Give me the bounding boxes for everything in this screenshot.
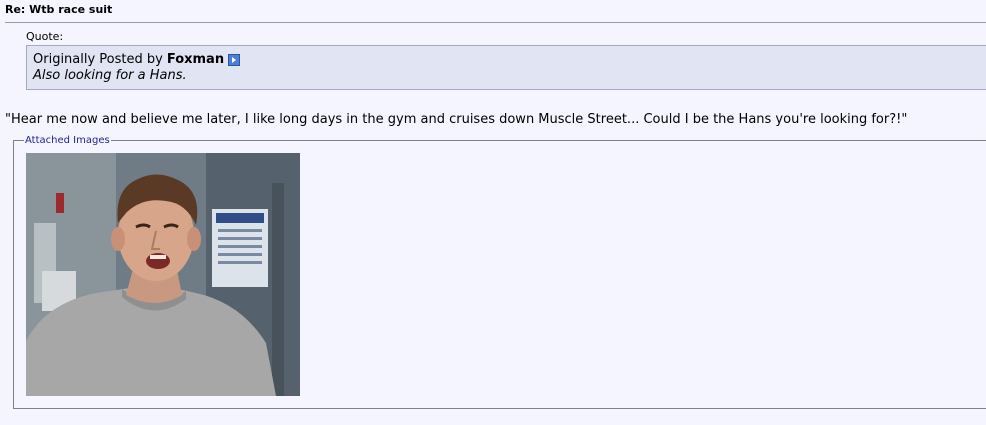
quote-prefix: Originally Posted by (33, 52, 163, 67)
forum-post: Re: Wtb race suit Quote: Originally Post… (0, 0, 986, 425)
attached-image-thumbnail[interactable] (26, 153, 300, 396)
post-message: "Hear me now and believe me later, I lik… (5, 112, 908, 127)
post-title: Re: Wtb race suit (5, 3, 113, 16)
quote-text: Also looking for a Hans. (33, 68, 187, 83)
title-divider (5, 22, 986, 23)
attached-images-legend: Attached Images (24, 134, 111, 147)
quote-box: Originally Posted by Foxman Also looking… (26, 45, 986, 90)
quote-label: Quote: (26, 30, 64, 43)
attached-image-picture (26, 153, 300, 396)
quote-attribution: Originally Posted by Foxman (33, 52, 986, 67)
attached-images-fieldset: Attached Images (13, 134, 986, 409)
view-post-icon[interactable] (228, 53, 241, 66)
quote-author: Foxman (166, 52, 225, 67)
